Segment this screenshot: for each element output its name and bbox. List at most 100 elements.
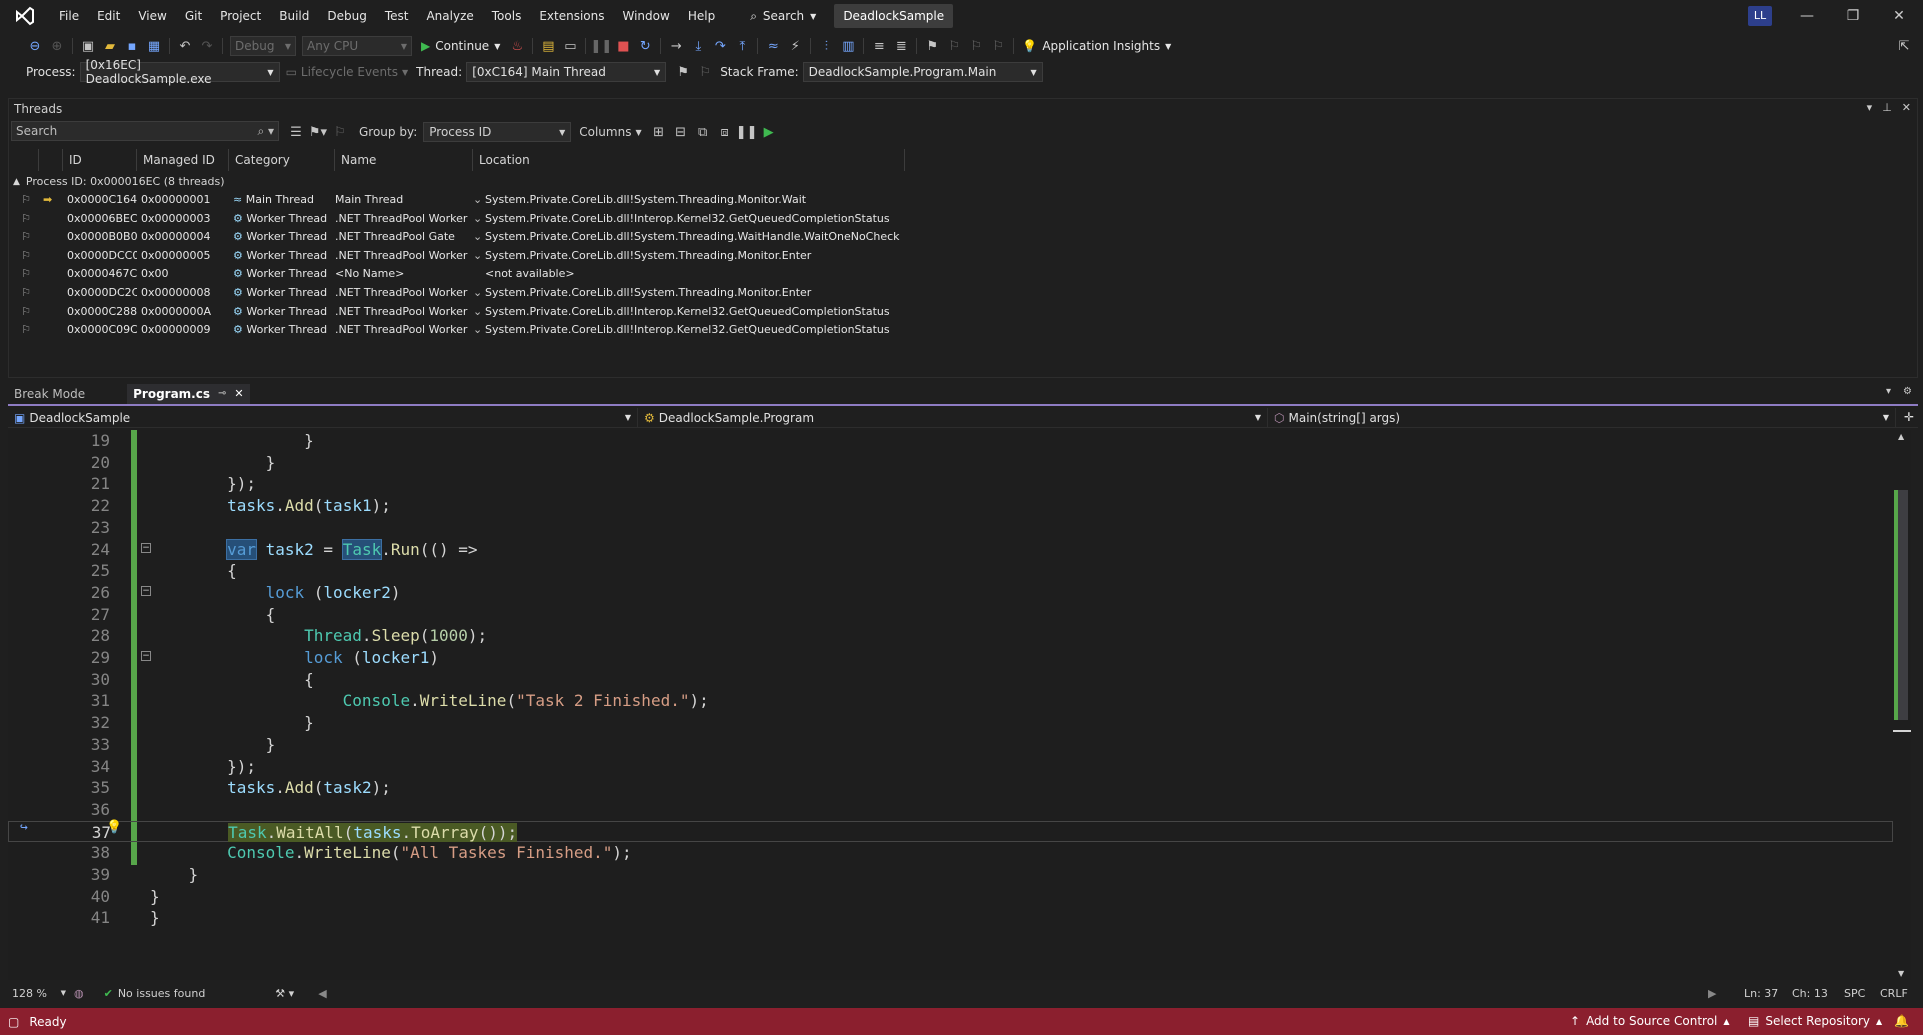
application-insights-button[interactable]: 💡 Application Insights ▼	[1022, 39, 1171, 53]
redo-icon[interactable]: ↷	[196, 35, 218, 57]
close-panel-icon[interactable]: ✕	[1902, 101, 1911, 114]
stackframe-dropdown[interactable]: DeadlockSample.Program.Main ▼	[802, 62, 1043, 82]
pin-icon[interactable]: ⊥	[1882, 101, 1892, 114]
lifecycle-events-button[interactable]: ▭ Lifecycle Events ▼	[286, 65, 409, 79]
expand-chevron-icon[interactable]: ⌄	[473, 284, 485, 302]
code-line[interactable]: 41}	[8, 907, 1893, 929]
code-line[interactable]: 37 Task.WaitAll(tasks.ToArray());	[8, 820, 1893, 843]
flag-icon[interactable]: ⚐	[9, 210, 39, 228]
collapse-callstacks-icon[interactable]: ⧈	[714, 121, 736, 143]
freeze-threads-icon[interactable]: ❚❚	[736, 121, 758, 143]
menu-item-project[interactable]: Project	[211, 0, 270, 32]
select-repository-button[interactable]: ▤ Select Repository ▲	[1748, 1014, 1882, 1028]
hot-reload-icon[interactable]: ♨	[506, 35, 528, 57]
scroll-down-icon[interactable]: ▼	[1898, 969, 1904, 978]
issues-indicator[interactable]: ✔ No issues found	[104, 987, 206, 1000]
code-line[interactable]: 22 tasks.Add(task1);	[8, 495, 1893, 517]
column-number[interactable]: Ch: 13	[1792, 987, 1828, 1000]
thread-row[interactable]: ⚐ 0x0000C288 0x0000000A ⚙ Worker Thread .NET…	[9, 303, 901, 321]
stop-icon[interactable]: ■	[612, 35, 634, 57]
code-cleanup-icon[interactable]: ⚒ ▾	[275, 987, 294, 1000]
save-icon[interactable]: ▪	[121, 35, 143, 57]
code-line[interactable]: 27 {	[8, 604, 1893, 626]
flag-icon[interactable]: ⚐	[9, 303, 39, 321]
code-line[interactable]: 29− lock (locker1)	[8, 647, 1893, 669]
expand-chevron-icon[interactable]: ⌄	[473, 191, 485, 209]
code-line[interactable]: 30 {	[8, 669, 1893, 691]
uncomment-icon[interactable]: ≣	[890, 35, 912, 57]
threads-icon[interactable]: ⫶	[815, 35, 837, 57]
new-project-icon[interactable]: ▣	[77, 35, 99, 57]
configuration-dropdown[interactable]: Debug ▼	[230, 36, 296, 56]
lightbulb-icon[interactable]: 💡	[106, 820, 122, 835]
expand-chevron-icon[interactable]: ⌄	[473, 247, 485, 265]
scroll-right-icon[interactable]: ▶	[1708, 987, 1716, 1000]
menu-item-test[interactable]: Test	[376, 0, 418, 32]
header-category[interactable]: Category	[229, 149, 335, 171]
code-line[interactable]: 33 }	[8, 734, 1893, 756]
code-line[interactable]: 34 });	[8, 756, 1893, 778]
vertical-scrollbar[interactable]: ▲ ▼	[1893, 430, 1911, 980]
pin-icon[interactable]: ⊸	[218, 384, 226, 404]
thread-row[interactable]: ⚐ 0x0000C09C 0x00000009 ⚙ Worker Thread .NET…	[9, 321, 901, 339]
code-line[interactable]: 21 });	[8, 473, 1893, 495]
line-ending[interactable]: CRLF	[1880, 987, 1908, 1000]
header-managed-id[interactable]: Managed ID	[137, 149, 229, 171]
collapse-groups-icon[interactable]: ⊟	[670, 121, 692, 143]
member-dropdown[interactable]: ⬡ Main(string[] args) ▼	[1268, 407, 1896, 428]
menu-item-build[interactable]: Build	[270, 0, 318, 32]
header-name[interactable]: Name	[335, 149, 473, 171]
header-current[interactable]	[39, 149, 63, 171]
expand-callstacks-icon[interactable]: ⧉	[692, 121, 714, 143]
clear-bookmarks-icon[interactable]: ⚐	[987, 35, 1009, 57]
code-line[interactable]: 26− lock (locker2)	[8, 582, 1893, 604]
flag-off-icon[interactable]: ⚐	[329, 121, 351, 143]
expand-chevron-icon[interactable]: ⌄	[473, 303, 485, 321]
scroll-left-icon[interactable]: ◀	[318, 987, 326, 1000]
restart-icon[interactable]: ↻	[634, 35, 656, 57]
settings-icon[interactable]: ⚙	[1903, 386, 1912, 397]
zoom-dropdown[interactable]: 128 % ▼	[8, 987, 70, 1000]
thread-row[interactable]: ⚐ 0x00006BEC 0x00000003 ⚙ Worker Thread .NET…	[9, 210, 901, 228]
flag-icon[interactable]: ⚐	[9, 284, 39, 302]
forward-icon[interactable]: ⊕	[46, 35, 68, 57]
thread-dropdown[interactable]: [0xC164] Main Thread ▼	[466, 62, 667, 82]
code-editor[interactable]: 19 } 20 } 21 }); 22 tasks.Add(task1); 23 24− …	[8, 430, 1893, 980]
header-flag[interactable]	[9, 149, 39, 171]
layout-icon[interactable]: ▭	[559, 35, 581, 57]
thread-row[interactable]: ⚐ 0x0000DCC0 0x00000005 ⚙ Worker Thread .NET…	[9, 247, 901, 265]
class-dropdown[interactable]: ⚙ DeadlockSample.Program ▼	[638, 407, 1268, 428]
notifications-icon[interactable]: 🔔	[1894, 1014, 1909, 1028]
menu-item-extensions[interactable]: Extensions	[530, 0, 613, 32]
search-button[interactable]: ⌕ Search ▼	[742, 4, 824, 28]
menu-item-window[interactable]: Window	[614, 0, 679, 32]
code-line[interactable]: 40}	[8, 886, 1893, 908]
flag-all-icon[interactable]: ⚐	[694, 61, 716, 83]
bookmark-icon[interactable]: ⚑	[921, 35, 943, 57]
avatar[interactable]: LL	[1748, 6, 1772, 26]
flag-icon[interactable]: ⚐	[9, 191, 39, 209]
scroll-up-icon[interactable]: ▲	[1898, 432, 1904, 441]
browse-icon[interactable]: ▤	[537, 35, 559, 57]
thread-row[interactable]: ⚐ 0x0000467C 0x00 ⚙ Worker Thread <No Name> <…	[9, 265, 901, 283]
undo-icon[interactable]: ↶	[174, 35, 196, 57]
open-file-icon[interactable]: ▰	[99, 35, 121, 57]
threads-search-input[interactable]: Search ⌕ ▾	[11, 121, 279, 141]
split-editor-icon[interactable]: ✛	[1904, 410, 1914, 424]
menu-item-git[interactable]: Git	[176, 0, 211, 32]
tab-program-cs[interactable]: Program.cs ⊸ ✕	[127, 384, 250, 404]
code-line[interactable]: 23	[8, 517, 1893, 539]
menu-item-debug[interactable]: Debug	[318, 0, 375, 32]
expand-groups-icon[interactable]: ⊞	[648, 121, 670, 143]
code-line[interactable]: 35 tasks.Add(task2);	[8, 777, 1893, 799]
group-by-dropdown[interactable]: Process ID ▼	[423, 122, 572, 142]
back-icon[interactable]: ⊖	[24, 35, 46, 57]
platform-dropdown[interactable]: Any CPU ▼	[302, 36, 412, 56]
restore-icon[interactable]: ❐	[1830, 0, 1876, 32]
thaw-threads-icon[interactable]: ▶	[758, 121, 780, 143]
code-line[interactable]: 32 }	[8, 712, 1893, 734]
thread-row[interactable]: ⚐ ➡ 0x0000C164 0x00000001 ≈ Main Thread Main …	[9, 191, 901, 209]
menu-item-help[interactable]: Help	[679, 0, 724, 32]
prev-bookmark-icon[interactable]: ⚐	[943, 35, 965, 57]
exception-settings-icon[interactable]: ⚡	[784, 35, 806, 57]
